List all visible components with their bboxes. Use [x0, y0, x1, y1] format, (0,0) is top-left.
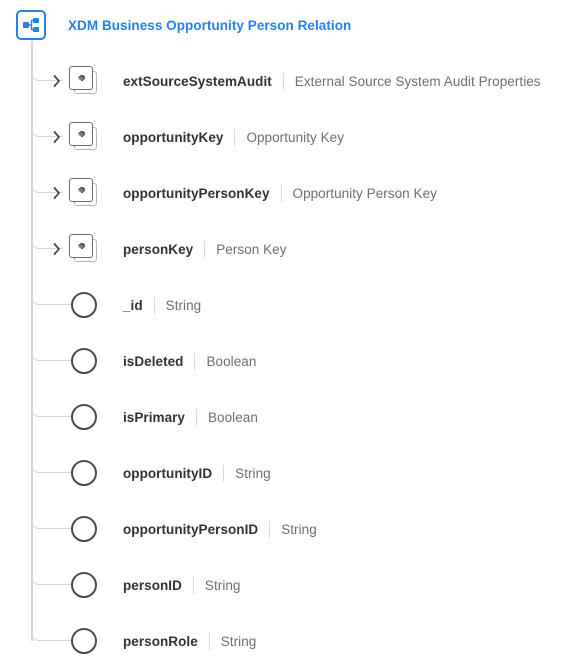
object-icon-front-sheet: [69, 178, 93, 202]
field-type: String: [220, 633, 257, 649]
field-name: opportunityPersonKey: [123, 185, 270, 201]
field-separator: [153, 296, 155, 314]
tree-row-label-group: isPrimary Boolean: [123, 397, 258, 437]
schema-root-node[interactable]: XDM Business Opportunity Person Relation: [16, 9, 351, 41]
schema-tree-viewer: XDM Business Opportunity Person Relation…: [0, 0, 566, 672]
tree-row[interactable]: personID String: [0, 565, 566, 605]
field-name: extSourceSystemAudit: [123, 73, 272, 89]
field-separator: [192, 576, 194, 594]
field-separator: [208, 632, 210, 650]
tree-connector-elbow: [31, 630, 71, 641]
field-type: Person Key: [216, 241, 287, 257]
tree-row-label-group: opportunityKey Opportunity Key: [123, 117, 344, 157]
tree-connector-elbow: [31, 462, 71, 473]
object-icon-front-sheet: [69, 66, 93, 90]
field-type: Opportunity Key: [246, 129, 345, 145]
field-separator: [196, 408, 197, 426]
field-separator: [194, 352, 196, 370]
schema-hierarchy-icon: [16, 10, 46, 40]
field-type: External Source System Audit Properties: [294, 73, 541, 89]
tree-row-label-group: extSourceSystemAudit External Source Syst…: [123, 61, 541, 101]
tree-row[interactable]: _id String: [0, 285, 566, 325]
field-name: personKey: [123, 241, 194, 257]
circle-field-icon: [71, 572, 97, 598]
tree-row[interactable]: personKey Person Key: [0, 229, 566, 269]
circle-field-icon: [71, 516, 97, 542]
tree-row[interactable]: isPrimary Boolean: [0, 397, 566, 437]
tree-row-label-group: opportunityPersonID String: [123, 509, 317, 549]
tree-row[interactable]: opportunityID String: [0, 453, 566, 493]
tree-row-label-group: personID String: [123, 565, 241, 605]
linked-object-icon: [69, 122, 99, 152]
tree-connector-elbow: [31, 574, 71, 585]
field-type: Boolean: [206, 353, 257, 369]
field-name: opportunityID: [123, 465, 213, 481]
circle-field-icon: [71, 628, 97, 654]
linked-object-icon: [69, 178, 99, 208]
circle-field-icon: [71, 404, 97, 430]
chevron-right-icon[interactable]: [52, 129, 62, 145]
field-separator: [234, 128, 236, 146]
object-icon-front-sheet: [69, 122, 93, 146]
tree-row-label-group: opportunityID String: [123, 453, 271, 493]
tree-row[interactable]: isDeleted Boolean: [0, 341, 566, 381]
field-separator: [282, 72, 284, 90]
field-name: isPrimary: [123, 409, 185, 425]
tree-row-label-group: personKey Person Key: [123, 229, 287, 269]
object-icon-front-sheet: [69, 234, 93, 258]
tree-connector-elbow: [31, 294, 71, 305]
field-type: String: [235, 465, 271, 481]
field-separator: [223, 464, 225, 482]
tree-row[interactable]: personRole String: [0, 621, 566, 661]
tree-row[interactable]: opportunityPersonID String: [0, 509, 566, 549]
tree-connector-elbow: [31, 350, 71, 361]
chevron-right-icon[interactable]: [52, 73, 62, 89]
field-type: String: [281, 521, 317, 537]
field-name: opportunityPersonID: [123, 521, 259, 537]
field-separator: [269, 520, 271, 538]
tree-row[interactable]: opportunityPersonKey Opportunity Person K…: [0, 173, 566, 213]
tree-row-label-group: opportunityPersonKey Opportunity Person K…: [123, 173, 437, 213]
circle-field-icon: [71, 460, 97, 486]
field-type: Boolean: [208, 409, 258, 425]
field-type: String: [204, 577, 241, 593]
field-name: isDeleted: [123, 353, 184, 369]
linked-object-icon: [69, 66, 99, 96]
tree-connector-elbow: [31, 406, 71, 417]
tree-row[interactable]: extSourceSystemAudit External Source Syst…: [0, 61, 566, 101]
tree-row-label-group: _id String: [123, 285, 201, 325]
tree-row[interactable]: opportunityKey Opportunity Key: [0, 117, 566, 157]
tree-connector-elbow: [31, 518, 71, 529]
field-type: Opportunity Person Key: [292, 185, 437, 201]
field-name: opportunityKey: [123, 129, 224, 145]
tree-row-label-group: isDeleted Boolean: [123, 341, 256, 381]
circle-field-icon: [71, 292, 97, 318]
schema-root-title: XDM Business Opportunity Person Relation: [68, 17, 352, 33]
field-separator: [204, 240, 206, 258]
field-name: personRole: [123, 633, 198, 649]
field-name: personID: [123, 577, 182, 593]
chevron-right-icon[interactable]: [52, 241, 62, 257]
field-name: _id: [123, 297, 143, 313]
chevron-right-icon[interactable]: [52, 185, 62, 201]
field-type: String: [165, 297, 202, 313]
tree-row-label-group: personRole String: [123, 621, 256, 661]
linked-object-icon: [69, 234, 99, 264]
field-separator: [280, 184, 282, 202]
circle-field-icon: [71, 348, 97, 374]
